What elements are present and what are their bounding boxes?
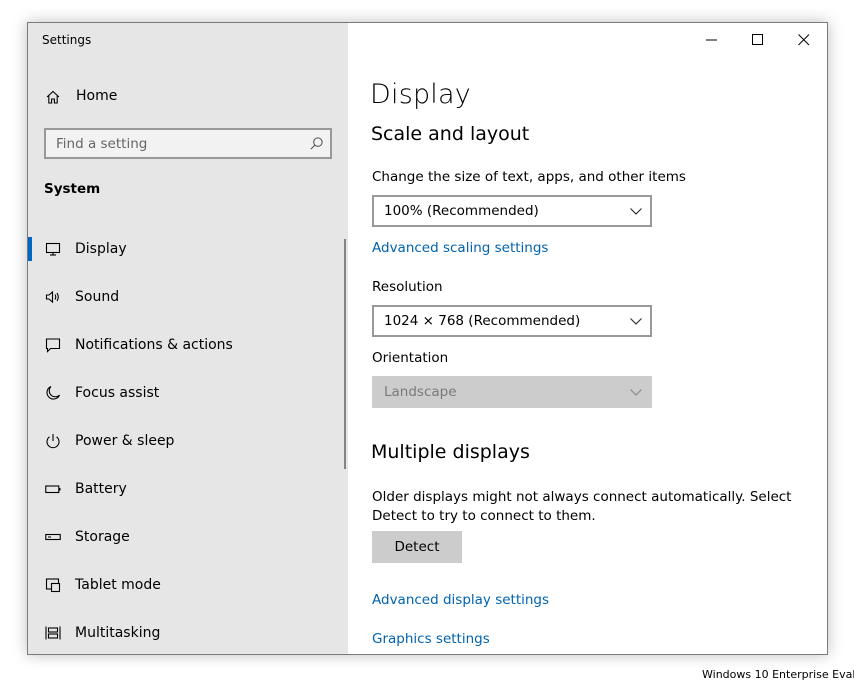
home-icon	[46, 90, 60, 104]
monitor-icon	[45, 242, 61, 256]
sidebar-item-label: Multitasking	[75, 625, 161, 641]
windows-watermark: Windows 10 Enterprise Evalu	[702, 668, 854, 681]
resolution-value: 1024 × 768 (Recommended)	[384, 313, 581, 329]
maximize-button[interactable]	[735, 23, 781, 57]
sidebar-scrollbar[interactable]	[344, 239, 346, 469]
section-title-scale-layout: Scale and layout	[371, 123, 530, 145]
scale-label: Change the size of text, apps, and other…	[372, 169, 686, 185]
multiple-displays-description: Older displays might not always connect …	[372, 489, 792, 524]
sidebar-item-power-sleep[interactable]: Power & sleep	[28, 419, 345, 463]
power-icon	[46, 434, 60, 449]
orientation-value: Landscape	[384, 384, 457, 400]
resolution-dropdown[interactable]: 1024 × 768 (Recommended)	[372, 305, 652, 337]
sidebar-item-sound[interactable]: Sound	[28, 275, 345, 319]
advanced-scaling-link[interactable]: Advanced scaling settings	[372, 240, 548, 256]
storage-icon	[45, 533, 61, 541]
resolution-label: Resolution	[372, 279, 443, 295]
multitasking-icon	[45, 626, 61, 640]
detect-button[interactable]: Detect	[372, 531, 462, 563]
sidebar-item-label: Sound	[75, 289, 120, 305]
sidebar-item-label: Display	[75, 241, 127, 257]
chevron-down-icon	[630, 208, 642, 215]
sidebar-item-label: Storage	[75, 529, 130, 545]
sidebar-item-label: Notifications & actions	[75, 337, 233, 353]
speaker-icon	[45, 290, 59, 304]
moon-icon	[46, 385, 61, 400]
sidebar-item-label: Tablet mode	[75, 577, 161, 593]
settings-window: Settings Home System Display	[27, 22, 828, 655]
chevron-down-icon	[630, 389, 642, 396]
orientation-dropdown: Landscape	[372, 376, 652, 408]
notification-icon	[45, 338, 61, 353]
advanced-display-link[interactable]: Advanced display settings	[372, 592, 549, 608]
home-nav-item[interactable]: Home	[28, 77, 348, 117]
maximize-icon	[752, 34, 763, 45]
sidebar-item-label: Battery	[75, 481, 127, 497]
graphics-settings-link[interactable]: Graphics settings	[372, 631, 490, 647]
minimize-button[interactable]	[689, 23, 735, 57]
sidebar-item-focus-assist[interactable]: Focus assist	[28, 371, 345, 415]
page-title: Display	[370, 79, 471, 110]
sidebar-item-display[interactable]: Display	[28, 227, 345, 271]
sidebar: Settings Home System Display	[28, 23, 348, 654]
tablet-icon	[45, 578, 61, 593]
scale-dropdown[interactable]: 100% (Recommended)	[372, 195, 652, 227]
section-heading: System	[44, 181, 101, 197]
home-label: Home	[76, 88, 118, 104]
minimize-icon	[706, 39, 717, 41]
window-controls	[689, 23, 827, 57]
close-button[interactable]	[781, 23, 827, 57]
search-input[interactable]	[46, 130, 306, 157]
selection-indicator	[28, 237, 32, 261]
scale-value: 100% (Recommended)	[384, 203, 539, 219]
orientation-label: Orientation	[372, 350, 449, 366]
sidebar-item-notifications[interactable]: Notifications & actions	[28, 323, 345, 367]
sidebar-item-multitasking[interactable]: Multitasking	[28, 611, 345, 654]
sidebar-item-label: Power & sleep	[75, 433, 175, 449]
search-icon[interactable]	[309, 136, 324, 151]
close-icon	[798, 34, 810, 46]
sidebar-item-storage[interactable]: Storage	[28, 515, 345, 559]
content-pane: Display Scale and layout Change the size…	[348, 23, 827, 654]
sidebar-item-tablet-mode[interactable]: Tablet mode	[28, 563, 345, 607]
section-title-multiple-displays: Multiple displays	[371, 441, 530, 463]
search-box[interactable]	[44, 128, 332, 159]
sidebar-item-battery[interactable]: Battery	[28, 467, 345, 511]
app-title: Settings	[42, 33, 92, 47]
chevron-down-icon	[630, 318, 642, 325]
sidebar-item-label: Focus assist	[75, 385, 160, 401]
battery-icon	[45, 485, 61, 494]
